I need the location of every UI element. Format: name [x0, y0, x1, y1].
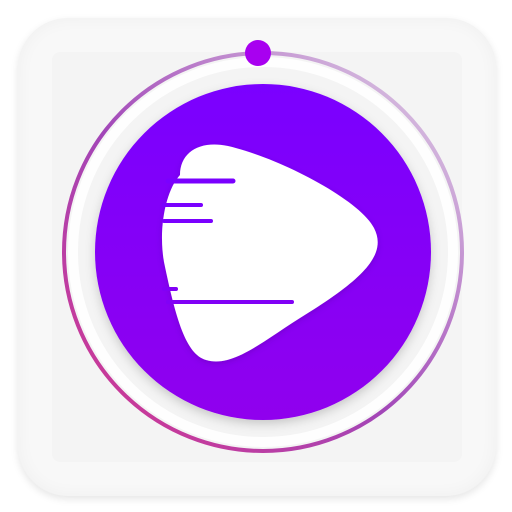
play-button-icon[interactable] — [0, 0, 512, 512]
app-icon-canvas — [0, 0, 512, 512]
progress-knob[interactable] — [245, 40, 271, 66]
